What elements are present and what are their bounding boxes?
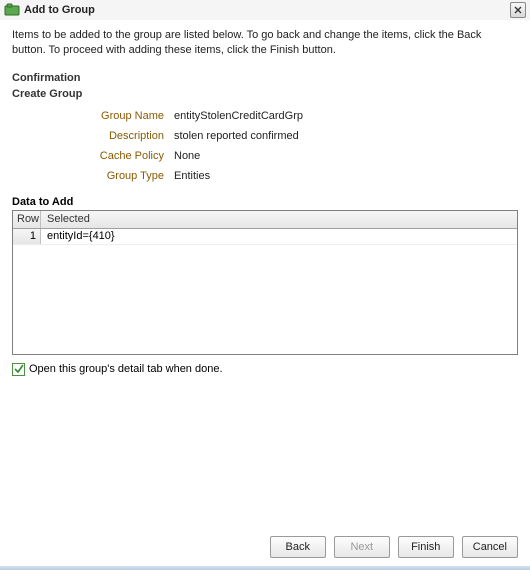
cell-selected: entityId={410} xyxy=(41,230,517,242)
value-group-name: entityStolenCreditCardGrp xyxy=(174,110,303,122)
intro-text: Items to be added to the group are liste… xyxy=(12,28,518,58)
button-bar: Back Next Finish Cancel xyxy=(270,536,518,558)
label-cache-policy: Cache Policy xyxy=(12,150,174,162)
value-description: stolen reported confirmed xyxy=(174,130,299,142)
label-description: Description xyxy=(12,130,174,142)
footer-edge xyxy=(0,566,530,570)
value-cache-policy: None xyxy=(174,150,200,162)
add-to-group-dialog: Add to Group Items to be added to the gr… xyxy=(0,0,530,570)
open-detail-label: Open this group's detail tab when done. xyxy=(29,363,223,375)
field-group-name: Group Name entityStolenCreditCardGrp xyxy=(12,106,518,126)
create-group-heading: Create Group xyxy=(12,88,518,100)
label-group-type: Group Type xyxy=(12,170,174,182)
next-button: Next xyxy=(334,536,390,558)
data-grid[interactable]: Row Selected 1 entityId={410} xyxy=(12,210,518,355)
cancel-button[interactable]: Cancel xyxy=(462,536,518,558)
value-group-type: Entities xyxy=(174,170,210,182)
finish-button[interactable]: Finish xyxy=(398,536,454,558)
dialog-title: Add to Group xyxy=(24,4,510,16)
titlebar: Add to Group xyxy=(0,0,530,20)
group-icon xyxy=(4,2,20,18)
col-header-selected[interactable]: Selected xyxy=(41,211,517,228)
field-description: Description stolen reported confirmed xyxy=(12,126,518,146)
grid-body: 1 entityId={410} xyxy=(13,229,517,245)
cell-rownum: 1 xyxy=(13,229,41,244)
back-button[interactable]: Back xyxy=(270,536,326,558)
close-button[interactable] xyxy=(510,2,526,18)
open-detail-option[interactable]: Open this group's detail tab when done. xyxy=(12,363,518,376)
data-to-add-heading: Data to Add xyxy=(12,196,518,208)
dialog-content: Items to be added to the group are liste… xyxy=(0,20,530,376)
confirmation-heading: Confirmation xyxy=(12,72,518,84)
confirmation-fields: Group Name entityStolenCreditCardGrp Des… xyxy=(12,106,518,186)
col-header-row[interactable]: Row xyxy=(13,211,41,228)
open-detail-checkbox[interactable] xyxy=(12,363,25,376)
grid-header: Row Selected xyxy=(13,211,517,229)
field-cache-policy: Cache Policy None xyxy=(12,146,518,166)
field-group-type: Group Type Entities xyxy=(12,166,518,186)
table-row[interactable]: 1 entityId={410} xyxy=(13,229,517,245)
label-group-name: Group Name xyxy=(12,110,174,122)
